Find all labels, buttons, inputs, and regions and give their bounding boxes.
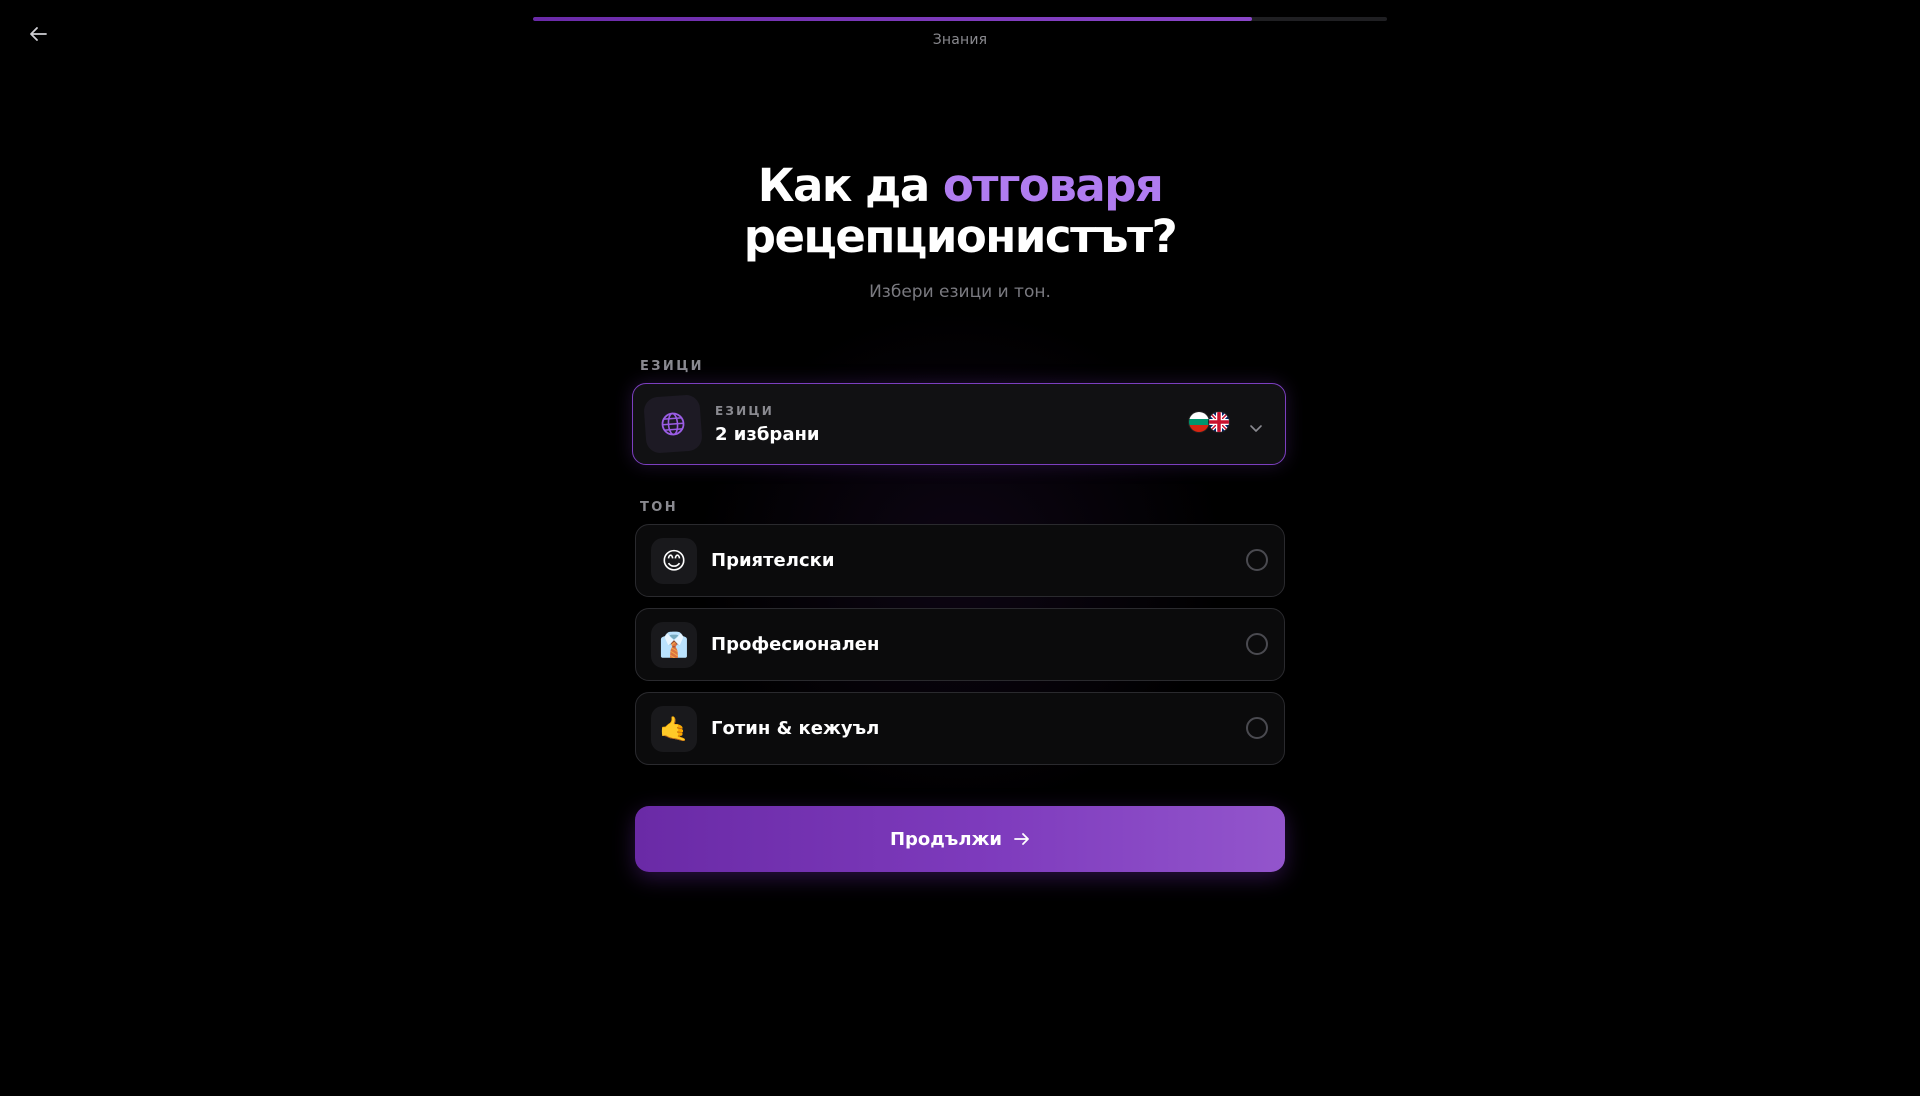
tone-option-label: Професионален [711, 634, 880, 655]
title-accent: отговаря [942, 159, 1164, 212]
tone-radio-casual[interactable] [1246, 717, 1268, 739]
languages-select-label: ЕЗИЦИ [715, 403, 774, 418]
tone-radio-professional[interactable] [1246, 633, 1268, 655]
bulgaria-flag-icon [1188, 411, 1210, 433]
page-title: Как да отговаря рецепционистът? [560, 160, 1360, 262]
languages-select[interactable]: ЕЗИЦИ 2 избрани [632, 383, 1286, 465]
progress-bar-fill [533, 17, 1253, 21]
title-part-1: Как да [757, 159, 943, 212]
continue-button[interactable]: Продължи [635, 806, 1285, 872]
progress-step-label: Знания [932, 32, 988, 48]
necktie-shirt-icon: 👔 [651, 621, 697, 668]
title-part-2: рецепционистът? [743, 210, 1178, 263]
chevron-down-icon [1249, 418, 1263, 437]
continue-button-label: Продължи [889, 828, 1003, 850]
progress-indicator: Знания [533, 17, 1387, 48]
tone-section-label: ТОН [640, 500, 678, 515]
globe-icon [661, 412, 685, 436]
arrow-right-icon [1014, 832, 1030, 846]
back-button[interactable] [22, 20, 54, 48]
page-subtitle: Избери езици и тон. [869, 282, 1051, 302]
tone-radio-friendly[interactable] [1246, 549, 1268, 571]
progress-bar [533, 17, 1387, 21]
languages-icon-box [643, 394, 703, 454]
tone-option-label: Готин & кежуъл [711, 718, 880, 739]
selected-language-flags [1188, 411, 1230, 433]
uk-flag-icon [1208, 411, 1230, 433]
languages-section-label: ЕЗИЦИ [640, 359, 704, 374]
call-me-hand-icon: 🤙 [651, 705, 697, 752]
languages-select-value: 2 избрани [715, 423, 820, 445]
smiling-face-icon: 😊 [651, 537, 697, 584]
tone-option-professional[interactable]: 👔 Професионален [635, 608, 1285, 681]
tone-option-label: Приятелски [711, 550, 835, 571]
tone-option-casual[interactable]: 🤙 Готин & кежуъл [635, 692, 1285, 765]
arrow-left-icon [30, 27, 47, 41]
tone-option-friendly[interactable]: 😊 Приятелски [635, 524, 1285, 597]
